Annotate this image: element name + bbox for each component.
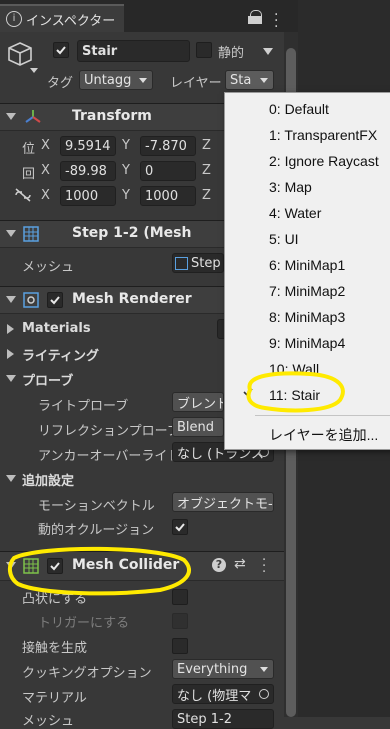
highlight-annotation-overlay — [7, 371, 345, 596]
highlight-ellipse-stair — [246, 371, 345, 413]
highlight-ellipse-mesh-collider — [7, 546, 191, 596]
